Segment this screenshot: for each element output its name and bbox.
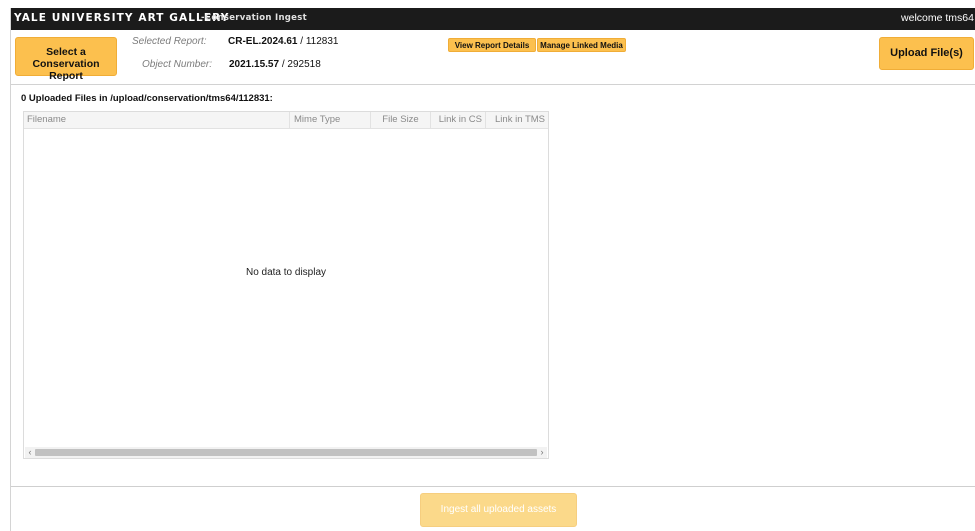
files-table-header: Filename Mime Type File Size Link in CS …	[24, 112, 548, 129]
column-link-cs[interactable]: Link in CS	[431, 112, 486, 128]
scrollbar-thumb[interactable]	[35, 449, 537, 456]
column-mime-type[interactable]: Mime Type	[290, 112, 371, 128]
manage-linked-media-button[interactable]: Manage Linked Media	[537, 38, 626, 52]
column-filename[interactable]: Filename	[24, 112, 290, 128]
column-file-size[interactable]: File Size	[371, 112, 431, 128]
app-subtitle: -Conservation Ingest	[201, 13, 307, 23]
ingest-all-button[interactable]: Ingest all uploaded assets	[420, 493, 577, 527]
selected-report-number: / 112831	[297, 36, 339, 47]
horizontal-scrollbar[interactable]: ‹ ›	[25, 447, 547, 458]
welcome-user: welcome tms64	[901, 12, 974, 24]
selected-report-id: CR-EL.2024.61	[228, 36, 298, 47]
empty-table-message: No data to display	[245, 267, 327, 278]
select-report-button[interactable]: Select a Conservation Report	[15, 37, 117, 82]
chevron-left-icon[interactable]: ‹	[25, 447, 35, 458]
upload-files-button[interactable]: Upload File(s)	[879, 37, 974, 70]
select-report-label-line1: Select a	[46, 46, 86, 58]
selected-report-label: Selected Report:	[132, 36, 207, 47]
selected-report-value: CR-EL.2024.61 / 112831	[228, 36, 338, 47]
header-divider	[11, 84, 975, 85]
column-link-tms[interactable]: Link in TMS	[486, 112, 548, 128]
chevron-right-icon[interactable]: ›	[537, 447, 547, 458]
files-table: Filename Mime Type File Size Link in CS …	[23, 111, 549, 459]
object-number-label: Object Number:	[142, 59, 213, 70]
app-frame: YALE UNIVERSITY ART GALLERY -Conservatio…	[10, 8, 975, 531]
select-report-label-line2: Conservation Report	[32, 58, 100, 82]
view-report-details-button[interactable]: View Report Details	[448, 38, 536, 52]
object-number-suffix: / 292518	[279, 59, 321, 70]
brand-title: YALE UNIVERSITY ART GALLERY	[14, 12, 230, 24]
top-bar: YALE UNIVERSITY ART GALLERY -Conservatio…	[11, 8, 975, 30]
object-number-id: 2021.15.57	[229, 59, 280, 70]
uploaded-files-panel: 0 Uploaded Files in /upload/conservation…	[11, 86, 975, 487]
uploaded-files-heading: 0 Uploaded Files in /upload/conservation…	[21, 93, 273, 104]
object-number-value: 2021.15.57 / 292518	[229, 59, 321, 70]
